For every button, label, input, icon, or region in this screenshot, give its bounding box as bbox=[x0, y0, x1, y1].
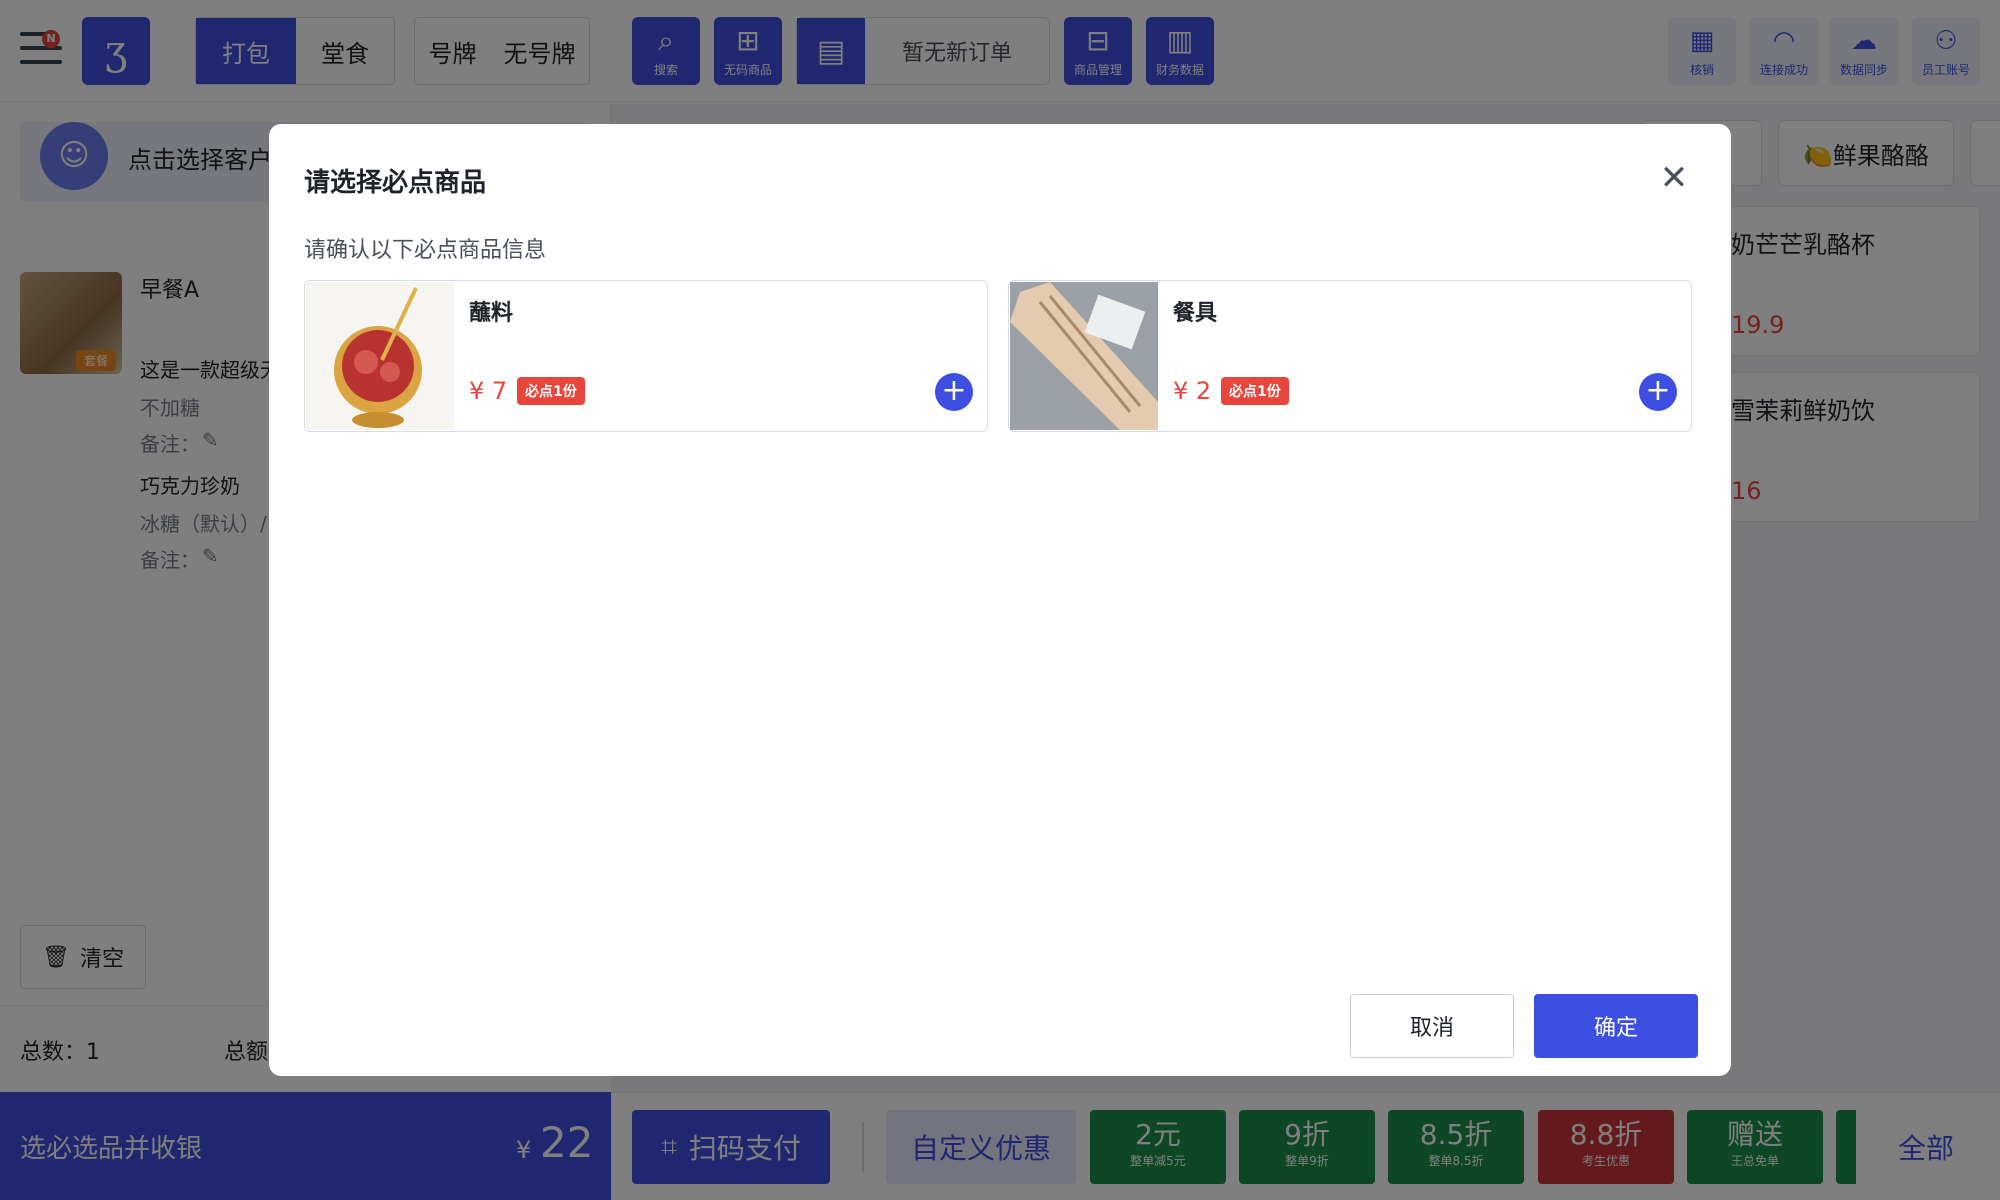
dialog-title: 请选择必点商品 bbox=[304, 168, 487, 198]
sauce-bowl-image bbox=[306, 282, 454, 430]
required-item-card[interactable]: 餐具 ¥ 2 必点1份 + bbox=[1008, 280, 1692, 432]
required-item-card[interactable]: 蘸料 ¥ 7 必点1份 + bbox=[304, 280, 988, 432]
add-icon[interactable]: + bbox=[1639, 373, 1677, 411]
item-price: ¥ 2 bbox=[1173, 377, 1212, 405]
confirm-button[interactable]: 确定 bbox=[1534, 994, 1698, 1058]
tableware-image bbox=[1010, 282, 1158, 430]
item-name: 蘸料 bbox=[469, 301, 514, 326]
add-icon[interactable]: + bbox=[935, 373, 973, 411]
required-badge: 必点1份 bbox=[517, 377, 585, 405]
item-price: ¥ 7 bbox=[469, 377, 508, 405]
dialog-subtitle: 请确认以下必点商品信息 bbox=[304, 238, 547, 263]
cancel-button[interactable]: 取消 bbox=[1350, 994, 1514, 1058]
required-badge: 必点1份 bbox=[1221, 377, 1289, 405]
close-icon[interactable]: ✕ bbox=[1656, 160, 1692, 196]
item-name: 餐具 bbox=[1173, 301, 1218, 326]
required-items-dialog bbox=[269, 124, 1731, 1076]
